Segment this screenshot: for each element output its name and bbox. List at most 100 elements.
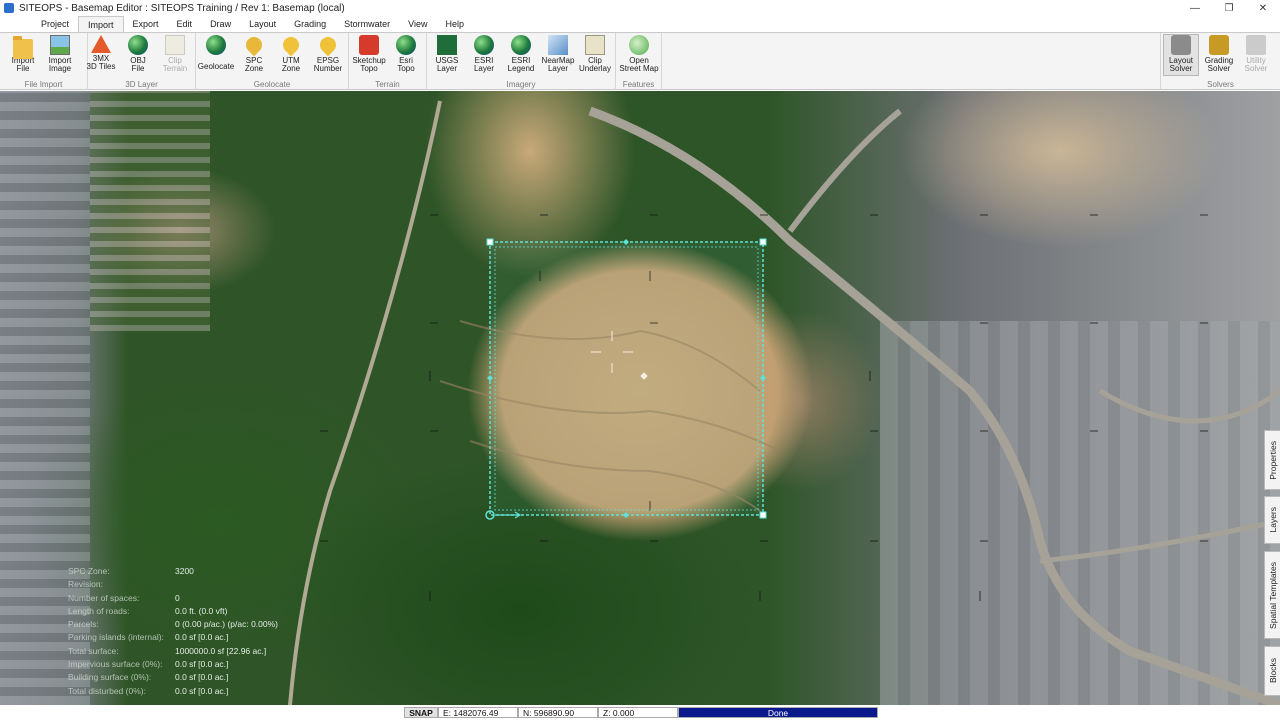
group-label-solvers: Solvers bbox=[1207, 80, 1234, 89]
status-bar: SNAP E: 1482076.49 N: 596890.90 Z: 0.000… bbox=[0, 705, 1280, 720]
import-file-button[interactable]: Import File bbox=[5, 35, 41, 73]
stat-row: Building surface (0%): 0.0 sf [0.0 ac.] bbox=[68, 672, 229, 683]
utility-solver-button[interactable]: Utility Solver bbox=[1238, 35, 1274, 73]
stat-row: Revision: bbox=[68, 579, 103, 590]
side-tab-layers[interactable]: Layers bbox=[1264, 496, 1280, 544]
town-road bbox=[1039, 518, 1280, 564]
group-features: Open Street Map Features bbox=[616, 33, 662, 90]
folder-icon bbox=[13, 36, 33, 59]
geolocate-button[interactable]: Geolocate bbox=[198, 35, 234, 71]
group-label-features: Features bbox=[622, 80, 655, 89]
stat-row: Length of roads: 0.0 ft. (0.0 vft) bbox=[68, 605, 228, 616]
sketchup-icon bbox=[359, 35, 379, 55]
minimize-icon[interactable]: — bbox=[1178, 0, 1212, 16]
elevation-readout: Z: 0.000 bbox=[598, 707, 678, 718]
layout-solver-button[interactable]: Layout Solver bbox=[1163, 34, 1199, 76]
globe-icon bbox=[474, 35, 494, 55]
ribbon-toolbar: Import File Import Image File Import 3MX… bbox=[0, 32, 1280, 90]
resize-handle[interactable] bbox=[486, 238, 494, 246]
pipe-icon bbox=[1246, 35, 1266, 55]
map-canvas[interactable]: SPC Zone: 3200 Revision: Number of spaces… bbox=[0, 91, 1280, 705]
group-geolocate: Geolocate SPC Zone UTM Zone EPSG Number … bbox=[196, 33, 349, 90]
3mx-3d-tiles-button[interactable]: 3MX 3D Tiles bbox=[83, 35, 119, 71]
epsg-number-button[interactable]: EPSG Number bbox=[310, 33, 346, 73]
stat-row: Total disturbed (0%): 0.0 sf [0.0 ac.] bbox=[68, 685, 229, 696]
side-road bbox=[787, 108, 902, 233]
app-logo-icon bbox=[4, 3, 14, 13]
grading-solver-button[interactable]: Grading Solver bbox=[1201, 35, 1237, 73]
tab-layout[interactable]: Layout bbox=[240, 16, 285, 32]
progress-status: Done bbox=[678, 707, 878, 718]
clip-underlay-button[interactable]: Clip Underlay bbox=[577, 35, 613, 73]
map-search-icon bbox=[629, 35, 649, 55]
window-title: SITEOPS - Basemap Editor : SITEOPS Train… bbox=[19, 2, 345, 14]
resize-handle[interactable] bbox=[759, 238, 767, 246]
nearmap-layer-button[interactable]: NearMap Layer bbox=[540, 35, 576, 73]
spc-zone-button[interactable]: SPC Zone bbox=[236, 33, 272, 73]
group-imagery: USGS Layer ESRI Layer ESRI Legend NearMa… bbox=[427, 33, 616, 90]
location-pin-icon bbox=[242, 33, 266, 57]
stat-row: Impervious surface (0%): 0.0 sf [0.0 ac.] bbox=[68, 659, 229, 670]
esri-layer-button[interactable]: ESRI Layer bbox=[466, 35, 502, 73]
stat-row: Parcels: 0 (0.00 p/ac.) (p/ac: 0.00%) bbox=[68, 619, 278, 630]
grid-marks bbox=[320, 214, 1208, 601]
tab-help[interactable]: Help bbox=[437, 16, 474, 32]
open-street-map-button[interactable]: Open Street Map bbox=[619, 35, 659, 73]
northing-readout: N: 596890.90 bbox=[518, 707, 598, 718]
esri-legend-button[interactable]: ESRI Legend bbox=[503, 35, 539, 73]
cone-icon bbox=[91, 35, 111, 53]
tab-import[interactable]: Import bbox=[78, 16, 124, 33]
tab-export[interactable]: Export bbox=[124, 16, 168, 32]
selection-boundary[interactable] bbox=[485, 238, 767, 520]
usgs-icon bbox=[437, 35, 457, 55]
nearmap-icon bbox=[548, 35, 568, 55]
location-pin-icon bbox=[316, 33, 340, 57]
globe-icon bbox=[206, 35, 226, 55]
clip-icon bbox=[585, 35, 605, 55]
tab-view[interactable]: View bbox=[399, 16, 436, 32]
rural-road bbox=[288, 100, 442, 705]
esri-topo-button[interactable]: Esri Topo bbox=[388, 35, 424, 73]
tab-draw[interactable]: Draw bbox=[201, 16, 240, 32]
group-label-3d-layer: 3D Layer bbox=[125, 80, 158, 89]
side-tab-spatial-templates[interactable]: Spatial Templates bbox=[1264, 551, 1280, 639]
obj-file-button[interactable]: OBJ File bbox=[120, 35, 156, 73]
title-bar: SITEOPS - Basemap Editor : SITEOPS Train… bbox=[0, 0, 1280, 16]
usgs-layer-button[interactable]: USGS Layer bbox=[429, 35, 465, 73]
image-icon bbox=[50, 35, 70, 55]
stat-row: SPC Zone: 3200 bbox=[68, 566, 194, 576]
snap-toggle[interactable]: SNAP bbox=[404, 707, 438, 718]
group-file-import: Import File Import Image File Import bbox=[0, 33, 88, 90]
clip-icon bbox=[165, 35, 185, 55]
parking-road bbox=[1098, 388, 1280, 424]
tab-grading[interactable]: Grading bbox=[285, 16, 335, 32]
group-label-geolocate: Geolocate bbox=[253, 80, 291, 89]
group-solvers: Layout Solver Grading Solver Utility Sol… bbox=[1160, 33, 1280, 90]
site-statistics-overlay: SPC Zone: 3200 Revision: Number of spaces… bbox=[68, 565, 308, 698]
ribbon-tabs: Project Import Export Edit Draw Layout G… bbox=[0, 16, 1280, 33]
tab-stormwater[interactable]: Stormwater bbox=[335, 16, 399, 32]
window-controls: — ❐ ✕ bbox=[1178, 0, 1280, 16]
resize-handle[interactable] bbox=[759, 511, 767, 519]
close-icon[interactable]: ✕ bbox=[1246, 0, 1280, 16]
tab-project[interactable]: Project bbox=[32, 16, 78, 32]
location-pin-icon bbox=[279, 33, 303, 57]
stat-row: Number of spaces: 0 bbox=[68, 592, 180, 603]
group-label-imagery: Imagery bbox=[506, 80, 536, 89]
side-tab-properties[interactable]: Properties bbox=[1264, 430, 1280, 490]
sketchup-topo-button[interactable]: Sketchup Topo bbox=[351, 35, 387, 73]
stat-row: Total surface: 1000000.0 sf [22.96 ac.] bbox=[68, 645, 267, 656]
stat-row: Parking islands (internal): 0.0 sf [0.0 a… bbox=[68, 632, 229, 643]
group-3d-layer: 3MX 3D Tiles OBJ File Clip Terrain 3D La… bbox=[87, 33, 196, 90]
globe-icon bbox=[396, 35, 416, 55]
import-image-button[interactable]: Import Image bbox=[42, 35, 78, 73]
tab-edit[interactable]: Edit bbox=[168, 16, 202, 32]
car-icon bbox=[1171, 35, 1191, 55]
clip-terrain-button[interactable]: Clip Terrain bbox=[157, 35, 193, 73]
side-tab-blocks[interactable]: Blocks bbox=[1264, 646, 1280, 696]
utm-zone-button[interactable]: UTM Zone bbox=[273, 33, 309, 73]
group-terrain: Sketchup Topo Esri Topo Terrain bbox=[349, 33, 427, 90]
easting-readout: E: 1482076.49 bbox=[438, 707, 518, 718]
group-label-file-import: File Import bbox=[24, 80, 63, 89]
restore-icon[interactable]: ❐ bbox=[1212, 0, 1246, 16]
